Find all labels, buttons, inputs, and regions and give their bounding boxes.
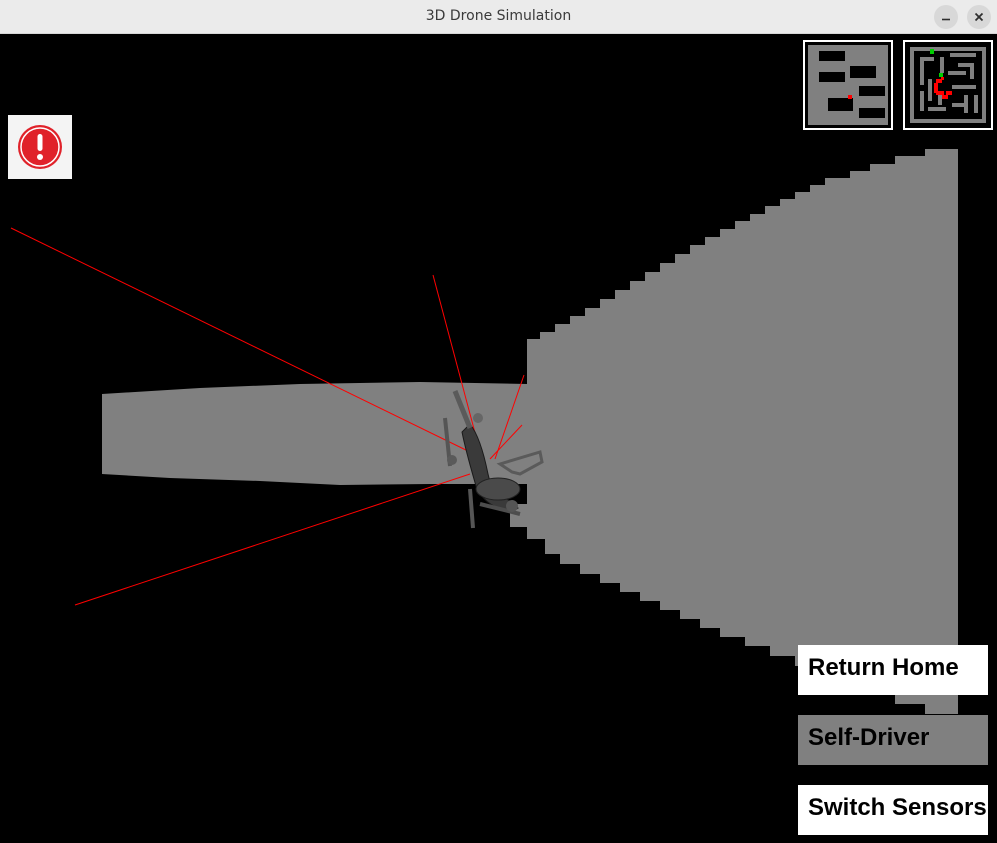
minimize-button[interactable] [934,5,958,29]
switch-sensors-button[interactable]: Switch Sensors [798,785,988,835]
window-title: 3D Drone Simulation [425,8,572,24]
corridor-floor-right [510,149,958,714]
app-window: 3D Drone Simulation Return Home Self-Dri… [0,0,997,843]
close-button[interactable] [967,5,991,29]
exclamation-circle-icon [18,125,62,169]
local-obstacle-map [803,40,893,130]
warning-badge [8,115,72,179]
maze-overview-map [903,40,993,130]
close-icon [974,12,984,22]
sensor-ray [74,473,471,606]
simulation-viewport[interactable]: Return Home Self-Driver Switch Sensors [0,34,997,843]
title-bar: 3D Drone Simulation [0,0,997,34]
return-home-button[interactable]: Return Home [798,645,988,695]
minimize-icon [942,18,950,21]
self-driver-button[interactable]: Self-Driver [798,715,988,765]
